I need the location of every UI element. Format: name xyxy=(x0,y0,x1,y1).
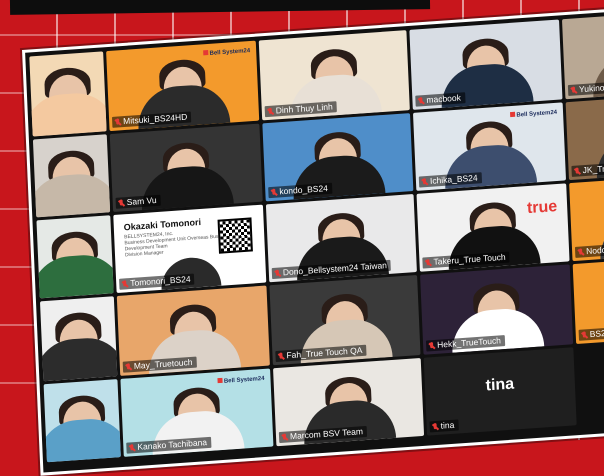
muted-mic-icon xyxy=(128,444,135,452)
participant-tile[interactable] xyxy=(36,215,114,299)
participant-name: BS24_Wakako xyxy=(589,325,604,340)
participant-tile[interactable]: Dinh Thuy Linh xyxy=(258,30,410,121)
participant-avatar-name: tina xyxy=(485,375,515,395)
participant-name-tag: tina xyxy=(429,419,459,433)
participant-tile[interactable]: Fah_True Touch QA xyxy=(269,274,421,366)
participant-tile[interactable]: Sam Vu xyxy=(109,123,263,213)
muted-mic-icon xyxy=(570,86,577,94)
muted-mic-icon xyxy=(281,433,288,441)
true-logo: true xyxy=(526,198,558,218)
muted-mic-icon xyxy=(424,258,431,266)
participant-name: JK_True Touch xyxy=(582,161,604,176)
brand-badge: Bell System24 xyxy=(203,47,250,58)
participant-name-tag: BS24_Wakako xyxy=(578,324,604,341)
video-call-screen: Bell System24 Mitsuki_BS24HD Dinh Thuy Lin… xyxy=(22,5,604,476)
qr-code-icon xyxy=(217,217,253,254)
participant-body xyxy=(32,171,111,218)
participant-tile[interactable]: BS24_Wakako xyxy=(572,253,604,345)
brand-badge-text: Bell System24 xyxy=(223,375,265,385)
participant-tile[interactable]: Bell System24 Kanako Tachibana xyxy=(120,368,274,457)
brand-logo-icon xyxy=(203,49,209,56)
muted-mic-icon xyxy=(277,352,284,360)
participant-name: Nodoka BS xyxy=(585,243,604,257)
participant-name-tag: Yukino__BS xyxy=(567,80,604,97)
participant-name: Yukino__BS xyxy=(578,81,604,95)
participant-body xyxy=(29,90,107,137)
participant-tile[interactable] xyxy=(29,51,107,137)
muted-mic-icon xyxy=(274,269,281,277)
participant-tile[interactable]: Yukino__BS xyxy=(561,8,604,100)
brand-badge-text: Bell System24 xyxy=(209,48,251,57)
muted-mic-icon xyxy=(270,188,277,196)
participant-tile[interactable] xyxy=(39,296,118,382)
muted-mic-icon xyxy=(125,363,132,371)
participant-tile[interactable]: true Takeru_True Touch xyxy=(416,183,570,272)
participant-tile[interactable]: Nodoka BS xyxy=(569,172,604,262)
participant-tile[interactable] xyxy=(32,134,111,218)
participant-name: Sam Vu xyxy=(126,194,157,208)
participant-body xyxy=(43,416,121,463)
muted-mic-icon xyxy=(114,118,121,126)
participant-name: tina xyxy=(440,419,455,431)
participant-tile[interactable]: kondo_BS24 xyxy=(262,113,414,202)
participant-tile[interactable]: May_Truetouch xyxy=(116,285,270,376)
participant-tile[interactable]: tina tina xyxy=(423,347,577,436)
participant-grid: Bell System24 Mitsuki_BS24HD Dinh Thuy Lin… xyxy=(29,5,604,463)
participant-body xyxy=(36,252,114,299)
participant-tile[interactable]: JK_True Touch xyxy=(565,91,604,181)
participant-tile[interactable]: Okazaki Tomonori BELLSYSTEM24, Inc. Busine… xyxy=(113,204,267,293)
brand-badge-text: Bell System24 xyxy=(516,109,558,119)
muted-mic-icon xyxy=(432,422,439,430)
muted-mic-icon xyxy=(118,199,125,207)
participant-tile[interactable] xyxy=(576,336,604,426)
brand-badge: Bell System24 xyxy=(510,109,557,120)
participant-name-tag: Nodoka BS xyxy=(574,242,604,258)
muted-mic-icon xyxy=(577,248,584,256)
brand-badge: Bell System24 xyxy=(217,375,265,386)
participant-tile[interactable]: Bell System24 Mitsuki_BS24HD xyxy=(106,40,260,132)
participant-tile[interactable]: Bell System24 Ichika_BS24 xyxy=(412,102,567,191)
participant-tile[interactable] xyxy=(43,379,121,463)
participant-tile[interactable]: Hekk_TrueTouch xyxy=(420,264,574,355)
participant-tile[interactable]: Dono_Bellsystem24 Taiwan xyxy=(265,194,417,283)
muted-mic-icon xyxy=(581,331,588,339)
muted-mic-icon xyxy=(428,341,435,349)
participant-tile[interactable]: macbook xyxy=(409,19,563,110)
muted-mic-icon xyxy=(421,178,428,186)
brand-logo-icon xyxy=(217,377,223,384)
muted-mic-icon xyxy=(573,167,580,175)
muted-mic-icon xyxy=(417,97,424,105)
participant-tile[interactable]: Marcom BSV Team xyxy=(273,357,425,447)
muted-mic-icon xyxy=(121,280,128,288)
participant-body xyxy=(39,335,118,382)
participant-name-tag: JK_True Touch xyxy=(571,160,604,177)
brand-logo-icon xyxy=(510,111,516,118)
muted-mic-icon xyxy=(267,107,274,115)
